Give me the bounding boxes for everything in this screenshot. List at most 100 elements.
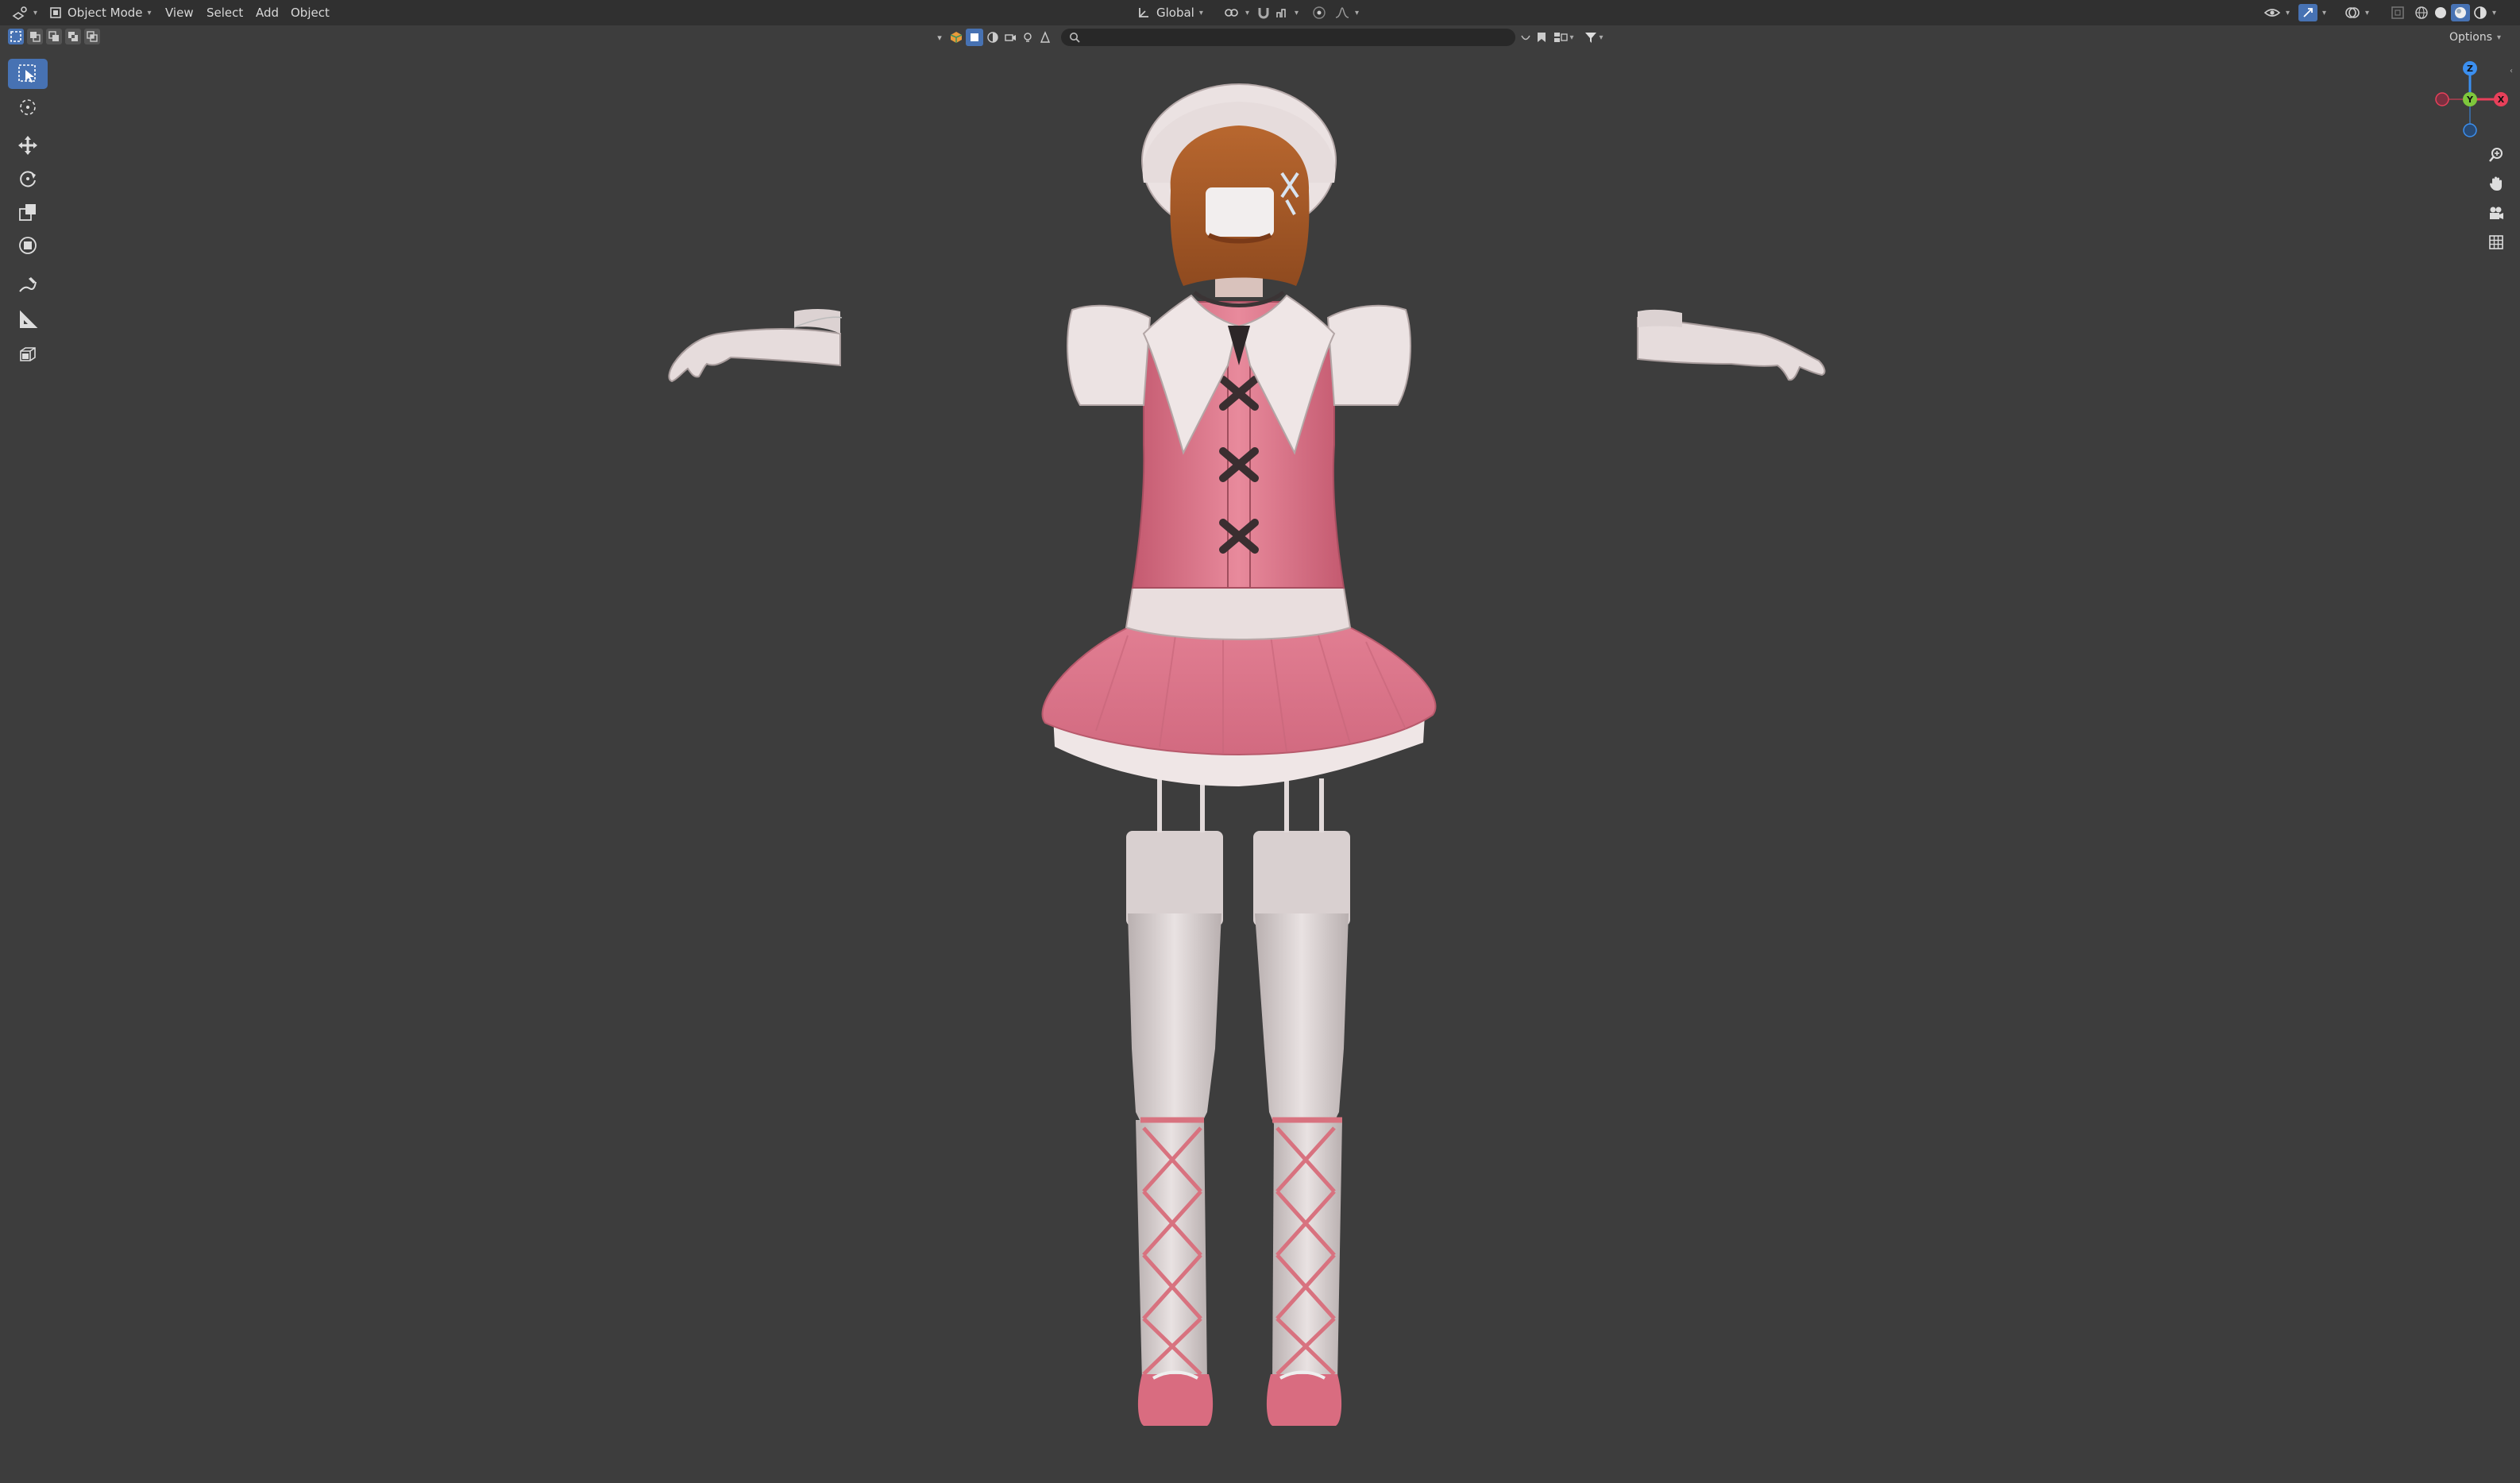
zoom-view-button[interactable] xyxy=(2481,141,2511,168)
measure-tool[interactable] xyxy=(8,305,48,335)
gizmo-icon xyxy=(2298,4,2317,21)
left-glove xyxy=(668,309,843,383)
pan-view-button[interactable] xyxy=(2481,170,2511,197)
camera-view-button[interactable] xyxy=(2481,200,2511,227)
bodice xyxy=(1131,301,1345,589)
right-leg xyxy=(1253,778,1350,1426)
gizmo-toggle[interactable]: ▾ xyxy=(2298,3,2326,22)
options-dropdown[interactable]: Options ▾ xyxy=(2449,29,2501,46)
gizmo-y-label: Y xyxy=(2466,95,2474,105)
display-mode-dropdown[interactable]: ▾ xyxy=(1552,29,1576,46)
gizmo-x-label: X xyxy=(2498,95,2505,105)
chevron-down-icon: ▾ xyxy=(2497,33,2502,42)
right-glove xyxy=(1637,309,1826,381)
select-mode-set-button[interactable] xyxy=(8,29,24,44)
menu-add[interactable]: Add xyxy=(256,3,279,22)
chevron-down-icon: ▾ xyxy=(2492,8,2497,17)
add-cube-icon xyxy=(17,344,39,366)
head xyxy=(1141,83,1337,286)
mesh-filter-icon[interactable] xyxy=(966,29,983,46)
empty-filter-icon[interactable] xyxy=(1037,29,1053,46)
overlays-toggle[interactable]: ▾ xyxy=(2344,3,2369,22)
proportional-edit-icon xyxy=(1312,6,1326,20)
chevron-down-icon: ▾ xyxy=(1198,8,1203,17)
select-box-icon xyxy=(17,63,39,85)
menu-select[interactable]: Select xyxy=(206,3,243,22)
eye-icon xyxy=(2263,6,2281,19)
cursor-icon xyxy=(17,96,39,118)
shading-rendered-button[interactable]: ▾ xyxy=(2473,3,2496,22)
gizmo-neg-z-handle[interactable] xyxy=(2463,123,2477,137)
toggle-perspective-button[interactable] xyxy=(2481,229,2511,256)
camera-icon xyxy=(2487,205,2505,222)
xray-toggle[interactable] xyxy=(2391,3,2405,22)
filter-funnel-icon xyxy=(1584,31,1597,44)
snap-target-dropdown[interactable]: ▾ xyxy=(1275,3,1299,22)
chevron-down-icon: ▾ xyxy=(2365,8,2370,17)
navigation-gizmo[interactable]: Z X Y xyxy=(2422,57,2510,141)
rotate-tool[interactable] xyxy=(8,164,48,194)
camera-filter-icon[interactable] xyxy=(1002,29,1018,46)
filter-dropdown[interactable]: ▾ xyxy=(1582,29,1606,46)
select-intersect-icon xyxy=(87,31,98,42)
bookmark-icon[interactable] xyxy=(1534,29,1549,46)
chevron-down-icon: ▾ xyxy=(33,8,38,17)
snap-toggle[interactable] xyxy=(1256,3,1271,22)
move-tool[interactable] xyxy=(8,130,48,160)
scale-tool[interactable] xyxy=(8,197,48,227)
rendered-sphere-icon xyxy=(2473,6,2487,20)
orientation-icon xyxy=(1137,6,1150,19)
chevron-down-icon: ▾ xyxy=(1355,8,1360,17)
shading-material-button[interactable] xyxy=(2451,3,2470,22)
menu-object[interactable]: Object xyxy=(291,3,330,22)
search-icon xyxy=(1069,32,1080,43)
restrict-icon[interactable] xyxy=(1519,29,1533,46)
viewport-header-bar: ▾ Object Mode ▾ View Select Add Object G… xyxy=(0,0,2520,25)
character-model[interactable] xyxy=(0,0,2520,1483)
select-set-icon xyxy=(10,31,21,42)
gizmo-neg-x-handle[interactable] xyxy=(2435,92,2449,106)
hand-icon xyxy=(2487,175,2505,192)
select-mode-intersect-button[interactable] xyxy=(84,29,100,44)
snap-increment-icon xyxy=(1275,6,1290,19)
orientation-label: Global xyxy=(1156,6,1194,20)
select-box-tool[interactable] xyxy=(8,59,48,89)
chevron-down-icon[interactable]: ▾ xyxy=(934,29,945,46)
shading-solid-button[interactable] xyxy=(2433,3,2448,22)
select-mode-difference-button[interactable] xyxy=(65,29,81,44)
annotate-tool[interactable] xyxy=(8,270,48,300)
xray-icon xyxy=(2391,6,2405,20)
transform-orientation-dropdown[interactable]: Global ▾ xyxy=(1137,3,1203,22)
visibility-dropdown[interactable]: ▾ xyxy=(2263,3,2290,22)
proportional-editing-toggle[interactable] xyxy=(1312,3,1326,22)
editor-type-button[interactable]: ▾ xyxy=(11,3,37,22)
select-mode-extend-button[interactable] xyxy=(27,29,43,44)
ruler-icon xyxy=(17,309,39,331)
cursor-tool[interactable] xyxy=(8,92,48,122)
solid-sphere-icon xyxy=(2433,6,2448,20)
chevron-down-icon: ▾ xyxy=(1245,8,1250,17)
falloff-dropdown[interactable]: ▾ xyxy=(1334,3,1359,22)
scale-icon xyxy=(17,201,39,223)
pivot-point-dropdown[interactable]: ▾ xyxy=(1223,3,1249,22)
chevron-down-icon: ▾ xyxy=(2322,8,2327,17)
select-mode-subtract-button[interactable] xyxy=(46,29,62,44)
falloff-curve-icon xyxy=(1334,6,1350,19)
pivot-icon xyxy=(1223,6,1241,19)
chevron-down-icon: ▾ xyxy=(1295,8,1299,17)
light-filter-icon[interactable] xyxy=(1020,29,1036,46)
add-cube-tool[interactable] xyxy=(8,340,48,370)
mode-label: Object Mode xyxy=(68,6,143,20)
grid-icon xyxy=(2487,234,2505,251)
shading-wireframe-button[interactable] xyxy=(2414,3,2429,22)
transform-tool[interactable] xyxy=(8,230,48,261)
sphere-filter-icon[interactable] xyxy=(985,29,1001,46)
chevron-left-icon[interactable]: ‹ xyxy=(2510,67,2513,75)
object-type-icon[interactable] xyxy=(948,29,964,46)
wireframe-sphere-icon xyxy=(2414,6,2429,20)
menu-view[interactable]: View xyxy=(165,3,194,22)
pencil-icon xyxy=(17,274,39,296)
object-mode-icon xyxy=(49,6,62,19)
mode-selector[interactable]: Object Mode ▾ xyxy=(49,3,152,22)
object-search-field[interactable] xyxy=(1061,29,1515,46)
